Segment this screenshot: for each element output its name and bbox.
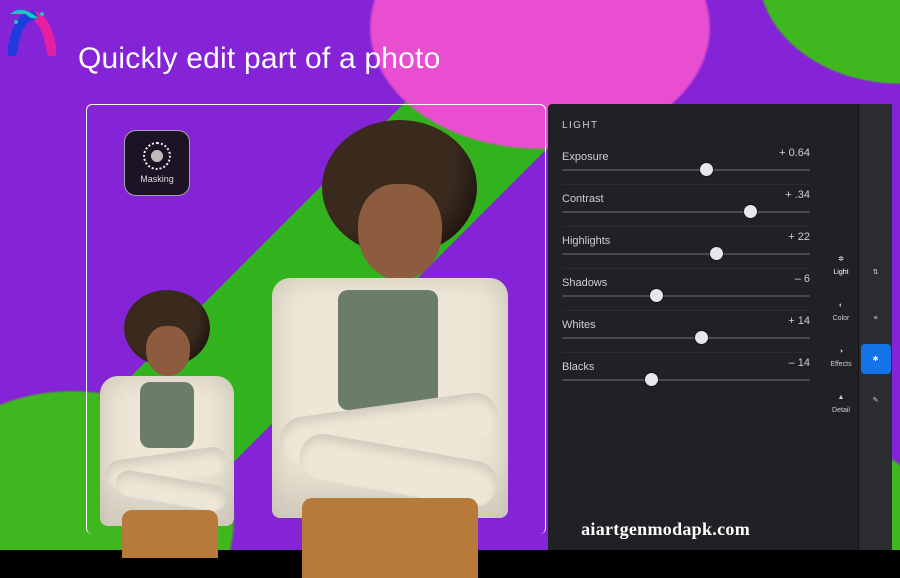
slider-thumb[interactable]	[710, 247, 723, 260]
slider-track	[562, 295, 810, 297]
sliders-tool-icon: ≡	[869, 311, 883, 325]
slider-thumb[interactable]	[700, 163, 713, 176]
brush-tool[interactable]: ✎	[862, 380, 890, 420]
slider-whites[interactable]: Whites + 14	[562, 313, 810, 353]
effects-tool-label: Effects	[830, 361, 851, 368]
color-tool[interactable]: ◐ Color	[827, 290, 855, 330]
slider-thumb[interactable]	[650, 289, 663, 302]
effects-tool[interactable]: ◑ Effects	[827, 336, 855, 376]
slider-thumb[interactable]	[695, 331, 708, 344]
slider-label: Exposure	[562, 151, 608, 163]
slider-value: + 0.64	[779, 147, 810, 159]
slider-label: Shadows	[562, 277, 607, 289]
slider-value: + 14	[788, 315, 810, 327]
light-tool[interactable]: ✲ Light	[827, 244, 855, 284]
masking-label: Masking	[140, 174, 174, 184]
sliders-tool[interactable]: ≡	[862, 298, 890, 338]
panel-title: LIGHT	[562, 120, 810, 131]
slider-label: Contrast	[562, 193, 604, 205]
slider-thumb[interactable]	[645, 373, 658, 386]
slider-value: + 22	[788, 231, 810, 243]
slider-label: Whites	[562, 319, 596, 331]
slider-value: – 14	[789, 357, 810, 369]
photo-subject-main	[240, 120, 540, 550]
light-tool-label: Light	[833, 269, 848, 276]
slider-track	[562, 337, 810, 339]
watermark: aiartgenmodapk.com	[581, 519, 750, 540]
slider-track	[562, 169, 810, 171]
brush-tool-icon: ✎	[869, 393, 883, 407]
photo-subject-thumbnail	[94, 290, 242, 550]
edit-panel: LIGHT Exposure + 0.64 Contrast + .34 Highlig…	[548, 104, 892, 550]
slider-blacks[interactable]: Blacks – 14	[562, 355, 810, 395]
tool-column-categories: ✲ Light ◐ Color ◑ Effects ▲ Detail	[824, 104, 858, 550]
adjust-tool[interactable]: ⇅	[862, 252, 890, 292]
gear-tool[interactable]: ✱	[861, 344, 891, 374]
adjust-tool-icon: ⇅	[869, 265, 883, 279]
slider-label: Blacks	[562, 361, 594, 373]
slider-value: + .34	[785, 189, 810, 201]
effects-tool-icon: ◑	[834, 344, 848, 358]
gear-tool-icon: ✱	[869, 352, 883, 366]
slider-track	[562, 379, 810, 381]
slider-exposure[interactable]: Exposure + 0.64	[562, 145, 810, 185]
detail-tool-icon: ▲	[834, 390, 848, 404]
color-tool-label: Color	[833, 315, 850, 322]
slider-track	[562, 211, 810, 213]
slider-track	[562, 253, 810, 255]
color-tool-icon: ◐	[834, 298, 848, 312]
masking-icon	[143, 142, 171, 170]
app-logo	[8, 8, 56, 56]
slider-highlights[interactable]: Highlights + 22	[562, 229, 810, 269]
light-sliders-group: LIGHT Exposure + 0.64 Contrast + .34 Highlig…	[548, 104, 824, 550]
slider-contrast[interactable]: Contrast + .34	[562, 187, 810, 227]
detail-tool-label: Detail	[832, 407, 850, 414]
slider-shadows[interactable]: Shadows – 6	[562, 271, 810, 311]
slider-label: Highlights	[562, 235, 610, 247]
slider-thumb[interactable]	[744, 205, 757, 218]
masking-button[interactable]: Masking	[124, 130, 190, 196]
tool-column-actions: ⇅ ≡ ✱ ✎	[858, 104, 892, 550]
slider-value: – 6	[795, 273, 810, 285]
headline: Quickly edit part of a photo	[78, 42, 440, 76]
detail-tool[interactable]: ▲ Detail	[827, 382, 855, 422]
light-tool-icon: ✲	[834, 252, 848, 266]
